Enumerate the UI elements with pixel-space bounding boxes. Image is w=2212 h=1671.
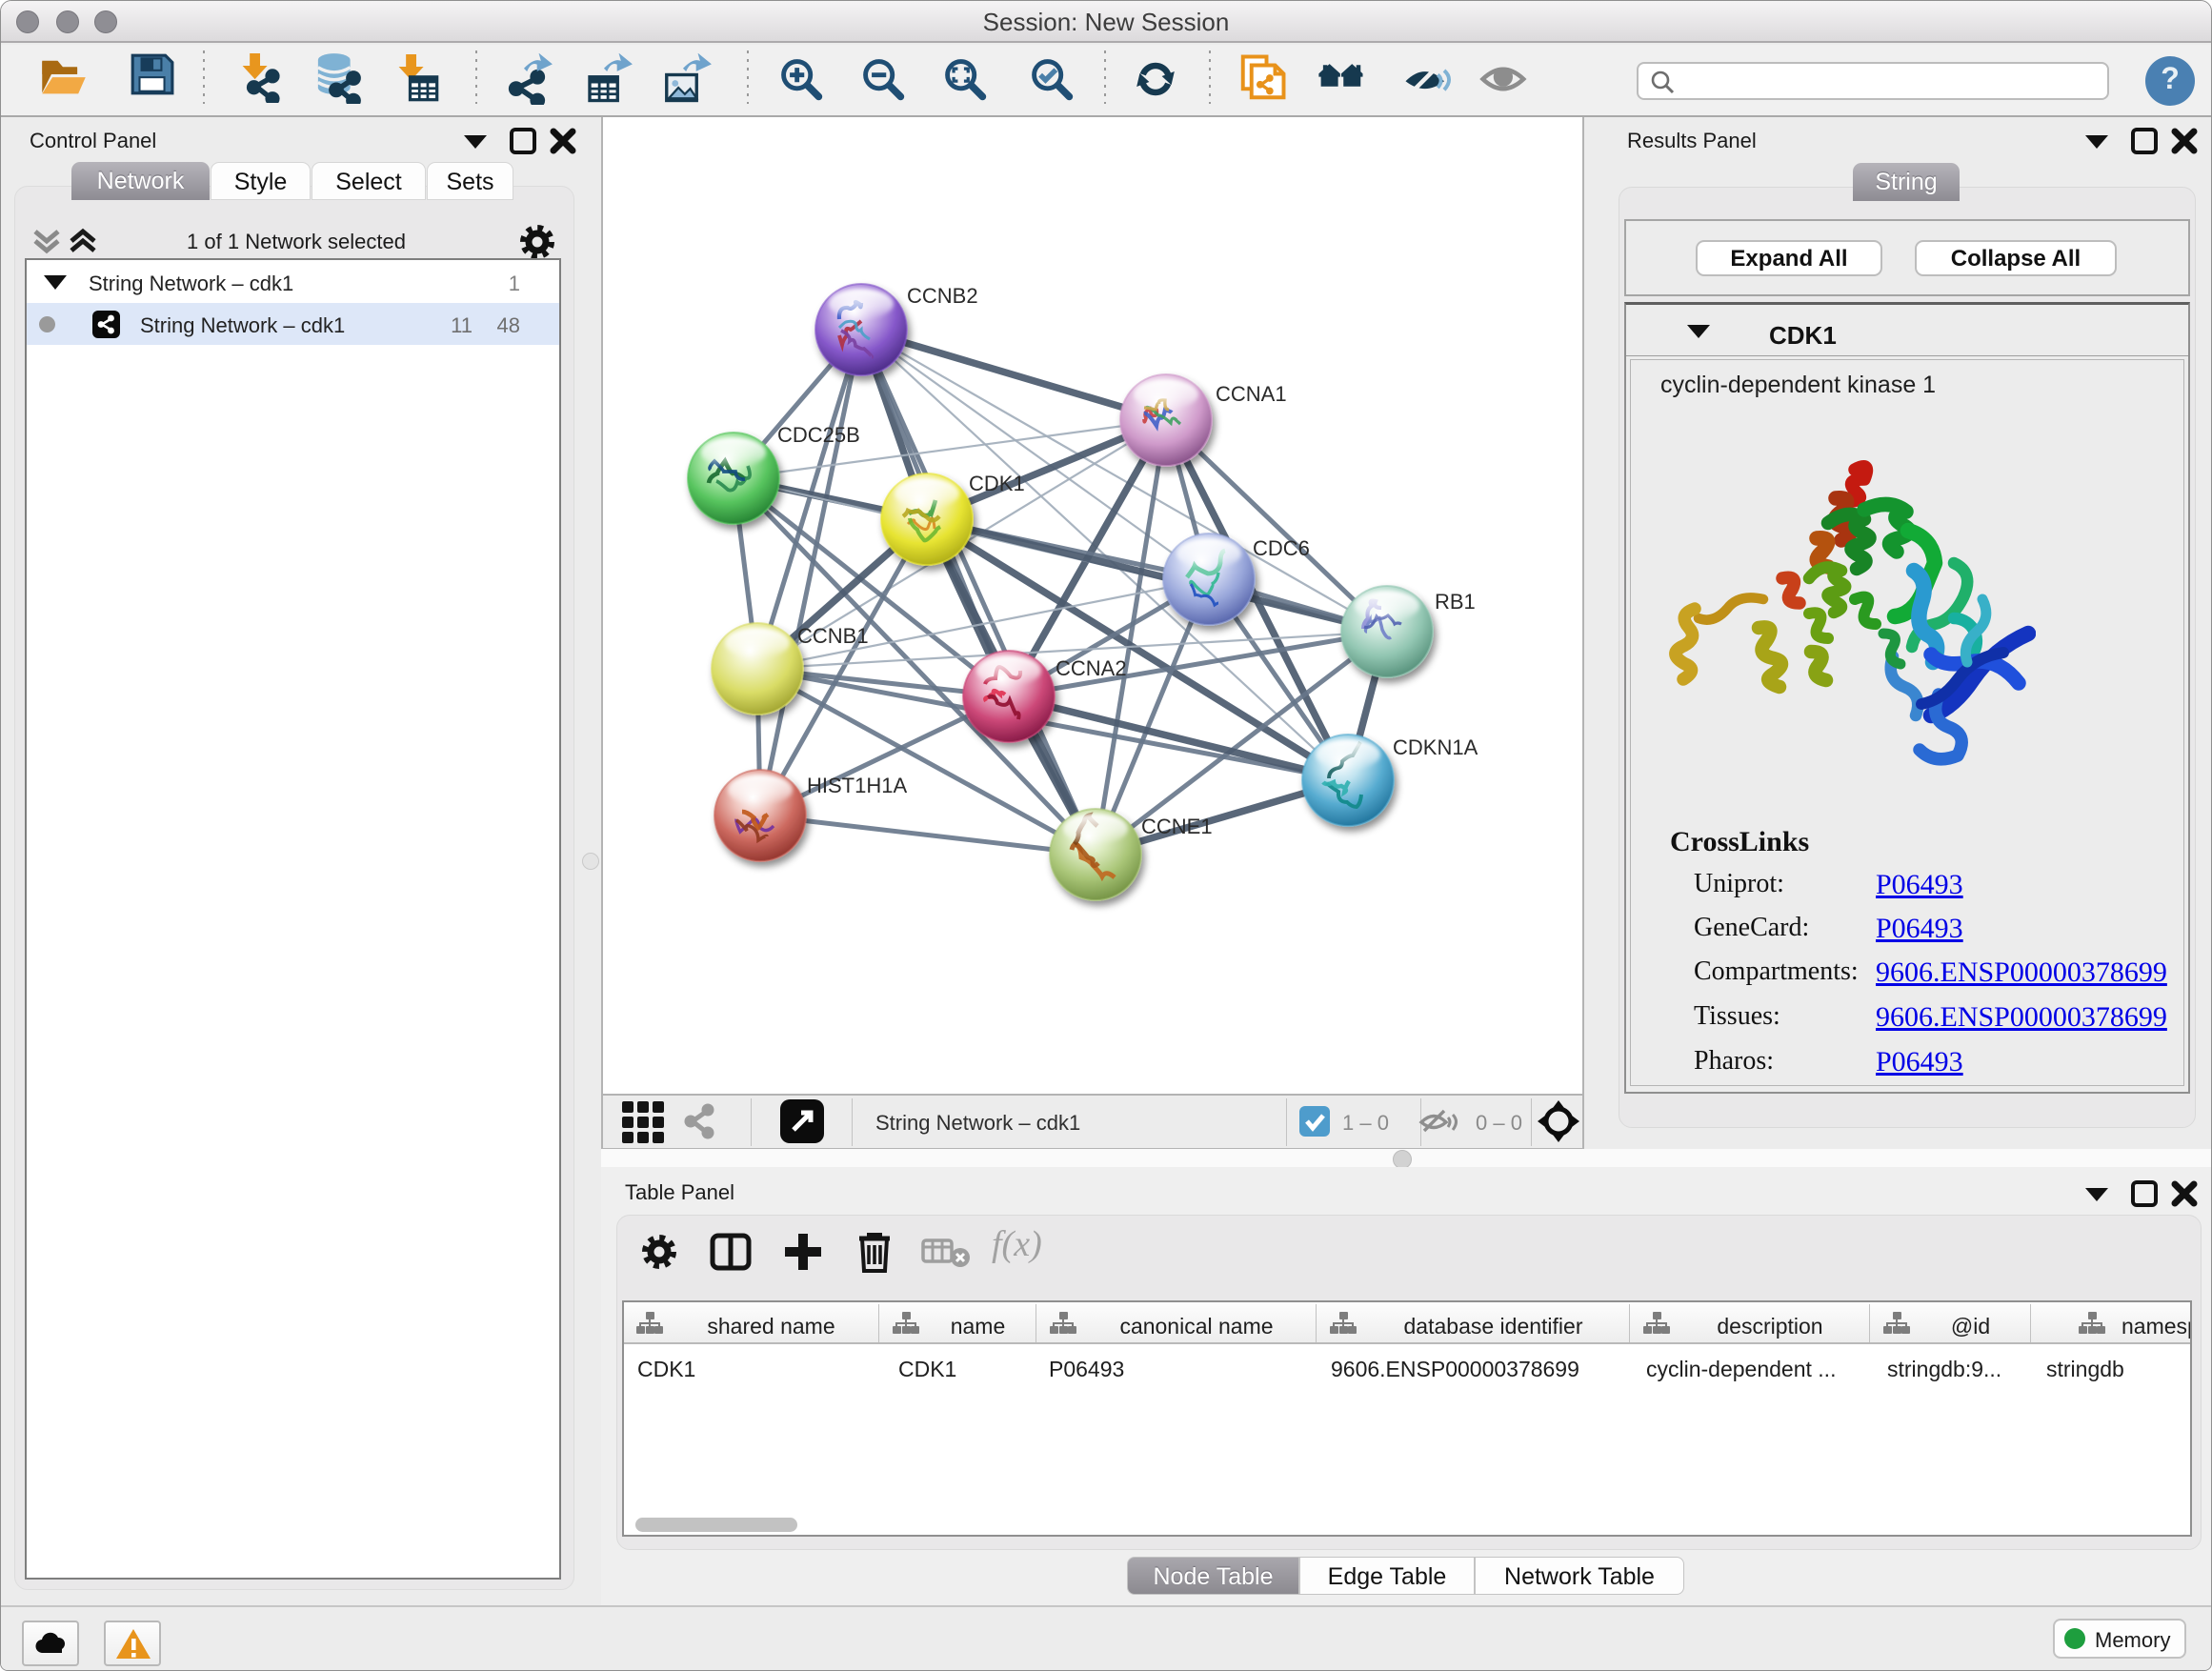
svg-text:CCNE1: CCNE1 xyxy=(1141,815,1213,838)
svg-text:RB1: RB1 xyxy=(1435,590,1476,614)
svg-text:CDC6: CDC6 xyxy=(1253,536,1310,560)
svg-text:CCNA2: CCNA2 xyxy=(1056,656,1127,680)
svg-text:CDK1: CDK1 xyxy=(969,472,1025,495)
svg-text:CCNB1: CCNB1 xyxy=(797,624,869,648)
svg-text:CDC25B: CDC25B xyxy=(777,423,860,447)
svg-text:HIST1H1A: HIST1H1A xyxy=(807,774,907,797)
svg-text:CCNA1: CCNA1 xyxy=(1216,382,1287,406)
svg-text:CDKN1A: CDKN1A xyxy=(1393,735,1478,759)
svg-text:CCNB2: CCNB2 xyxy=(907,284,978,308)
